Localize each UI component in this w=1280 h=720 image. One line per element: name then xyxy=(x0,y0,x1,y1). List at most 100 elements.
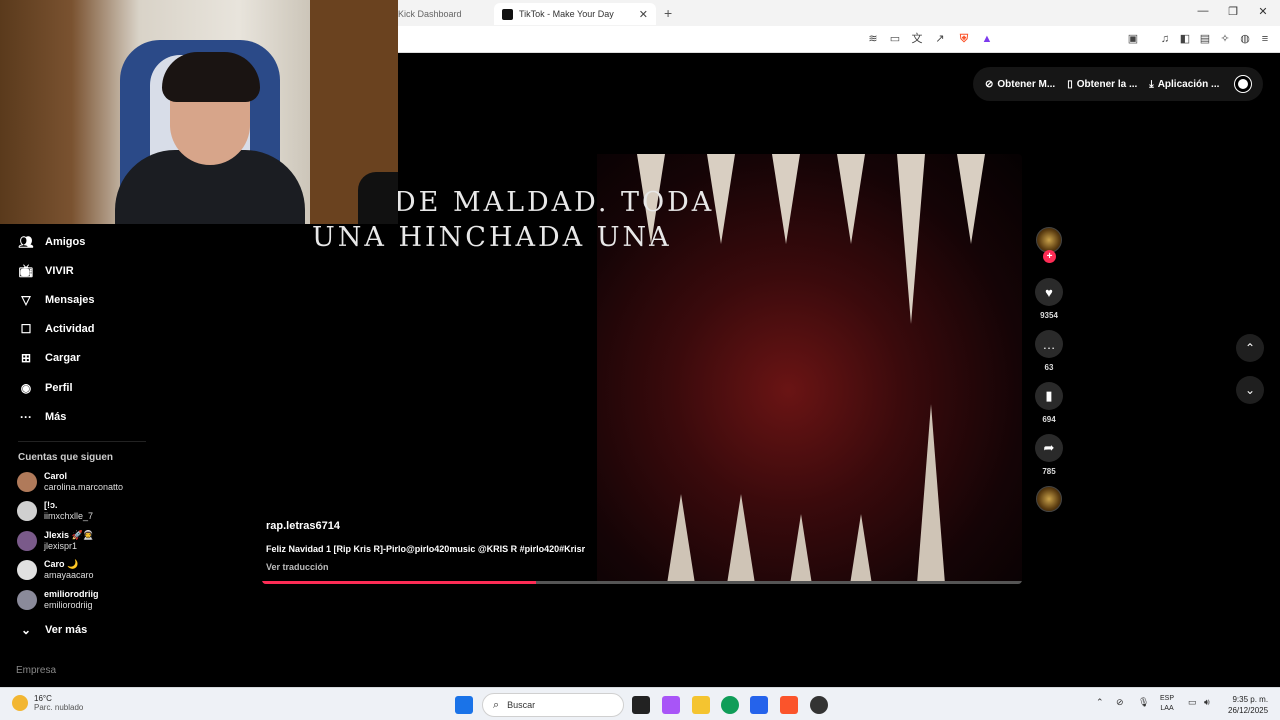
follow-plus-icon[interactable]: + xyxy=(1043,250,1056,263)
following-title: Cuentas que siguen xyxy=(18,452,114,463)
task-view-icon[interactable] xyxy=(632,696,650,714)
tab-title: Kick Dashboard xyxy=(398,9,462,19)
sidebar-item-perfil[interactable]: ◉ Perfil xyxy=(18,380,73,396)
fang xyxy=(727,494,755,584)
screenshot-icon[interactable]: ▭ xyxy=(888,32,902,46)
coin-icon: ⊘ xyxy=(985,78,994,90)
webcam-overlay xyxy=(0,0,398,224)
following-account[interactable]: Jlexis 🚀👨‍🚀 jlexispr1 xyxy=(17,530,94,552)
like-action[interactable]: ♥ 9354 xyxy=(1035,278,1063,320)
brave-rewards-icon[interactable]: ▲ xyxy=(980,32,994,46)
tab-groups-icon[interactable]: ▣ xyxy=(1126,32,1140,46)
sound-disc-icon[interactable] xyxy=(1036,486,1062,512)
microphone-icon[interactable]: 🎙︎ xyxy=(1138,697,1149,708)
get-app-button[interactable]: ▯ Obtener la ... xyxy=(1067,79,1137,90)
close-tab-icon[interactable]: ✕ xyxy=(639,8,648,21)
following-account[interactable]: Caro 🌙 amayaacaro xyxy=(17,559,94,581)
sidebar-toggle-icon[interactable]: ◧ xyxy=(1178,32,1192,46)
friends-icon: 👥︎ xyxy=(18,235,34,249)
user-avatar-icon[interactable] xyxy=(1235,76,1251,92)
obs-icon[interactable] xyxy=(810,696,828,714)
sidebar-item-cargar[interactable]: ⊞ Cargar xyxy=(18,350,81,366)
wallet-icon[interactable]: ▤ xyxy=(1198,32,1212,46)
comment-count: 63 xyxy=(1044,363,1054,372)
lyric-line: UNA HINCHADA UNA xyxy=(312,222,672,253)
comment-action[interactable]: … 63 xyxy=(1035,330,1063,372)
volume-icon[interactable]: 🔊︎ xyxy=(1204,697,1210,708)
translate-icon[interactable]: 文 xyxy=(910,32,924,46)
video-progress-bar[interactable] xyxy=(262,581,1022,584)
see-translation-link[interactable]: Ver traducción xyxy=(266,562,329,572)
top-actions: ⊘ Obtener M... ▯ Obtener la ... ⤓ Aplicació… xyxy=(973,67,1263,101)
tab-kick-dashboard[interactable]: Kick Dashboard xyxy=(398,3,488,25)
download-app-button[interactable]: ⤓ Aplicación ... xyxy=(1149,79,1219,90)
messages-icon: ▽ xyxy=(21,293,31,307)
fang xyxy=(847,514,875,584)
weather-icon xyxy=(12,695,28,711)
fang xyxy=(957,154,985,244)
taskbar-search[interactable]: ⌕ Buscar xyxy=(482,693,624,717)
weather-widget[interactable]: 16°C Parc. nublado xyxy=(12,694,83,712)
avatar xyxy=(17,531,37,551)
live-icon: 📺︎ xyxy=(18,264,34,278)
share-count: 785 xyxy=(1042,467,1056,476)
windows-taskbar: 16°C Parc. nublado ⌕ Buscar ⌃ ⊘ 🎙︎ ESP L… xyxy=(0,687,1280,720)
more-icon: ··· xyxy=(20,410,32,424)
company-link[interactable]: Empresa xyxy=(16,665,56,676)
upload-icon: ⊞ xyxy=(20,351,32,365)
following-account[interactable]: emiliorodriig emiliorodriig xyxy=(17,589,99,611)
download-icon: ⤓ xyxy=(1149,78,1154,90)
sidebar-item-actividad[interactable]: ☐ Actividad xyxy=(18,321,95,337)
menu-icon[interactable]: ≡ xyxy=(1258,32,1272,46)
fang xyxy=(837,154,865,244)
brave-shields-icon[interactable]: ⛨ xyxy=(957,32,971,46)
music-icon[interactable]: ♫ xyxy=(1158,32,1172,46)
share-action[interactable]: ➦ 785 xyxy=(1035,434,1063,476)
activity-icon: ☐ xyxy=(20,322,32,336)
tiktok-favicon-icon xyxy=(502,8,513,20)
previous-video-button[interactable]: ⌃ xyxy=(1236,334,1264,362)
phone-icon: ▯ xyxy=(1067,78,1073,90)
tab-title: TikTok - Make Your Day xyxy=(519,9,614,19)
brave-icon[interactable] xyxy=(780,696,798,714)
get-coins-button[interactable]: ⊘ Obtener M... xyxy=(985,79,1055,90)
leo-ai-icon[interactable]: ✧ xyxy=(1218,32,1232,46)
language-indicator[interactable]: ESP LAA xyxy=(1160,694,1174,714)
restore-button[interactable]: ❐ xyxy=(1218,5,1248,18)
close-window-button[interactable]: ✕ xyxy=(1248,5,1278,18)
avatar xyxy=(17,472,37,492)
show-hidden-icons-icon[interactable]: ⌃ xyxy=(1096,697,1104,708)
start-icon[interactable] xyxy=(455,696,473,714)
system-clock[interactable]: 9:35 p. m. 26/12/2025 xyxy=(1228,694,1268,716)
network-off-icon[interactable]: ⊘ xyxy=(1116,697,1124,708)
file-explorer-icon[interactable] xyxy=(692,696,710,714)
video-author[interactable]: rap.letras6714 xyxy=(266,520,340,532)
webcam-person-hair xyxy=(162,52,260,102)
tab-tiktok[interactable]: TikTok - Make Your Day ✕ xyxy=(494,3,656,25)
share-icon[interactable]: ↗ xyxy=(933,32,947,46)
sidebar-item-mensajes[interactable]: ▽ Mensajes xyxy=(18,292,94,308)
following-account[interactable]: Carol carolina.marconatto xyxy=(17,471,123,493)
following-account[interactable]: [!ɔ. iimxchxlle_7 xyxy=(17,500,93,522)
next-video-button[interactable]: ⌄ xyxy=(1236,376,1264,404)
see-more-button[interactable]: ⌄ Ver más xyxy=(18,622,87,638)
fang xyxy=(667,494,695,584)
profile-icon: ◉ xyxy=(20,381,32,395)
store-icon[interactable] xyxy=(750,696,768,714)
fang xyxy=(897,154,925,324)
search-icon: ⌕ xyxy=(493,698,500,711)
vpn-icon[interactable]: ◍ xyxy=(1238,32,1252,46)
display-icon[interactable]: ▭ xyxy=(1188,697,1197,708)
sidebar-item-mas[interactable]: ··· Más xyxy=(18,409,66,425)
like-count: 9354 xyxy=(1040,311,1058,320)
save-action[interactable]: ▮ 694 xyxy=(1035,382,1063,424)
copilot-icon[interactable] xyxy=(662,696,680,714)
new-tab-button[interactable]: + xyxy=(664,5,672,21)
edge-icon[interactable] xyxy=(721,696,739,714)
divider xyxy=(18,441,146,442)
reader-mode-icon[interactable]: ≋ xyxy=(866,32,880,46)
sidebar-item-amigos[interactable]: 👥︎ Amigos xyxy=(18,234,85,250)
sidebar-item-vivir[interactable]: 📺︎ VIVIR xyxy=(18,263,73,279)
avatar xyxy=(17,501,37,521)
minimize-button[interactable]: — xyxy=(1188,5,1218,17)
